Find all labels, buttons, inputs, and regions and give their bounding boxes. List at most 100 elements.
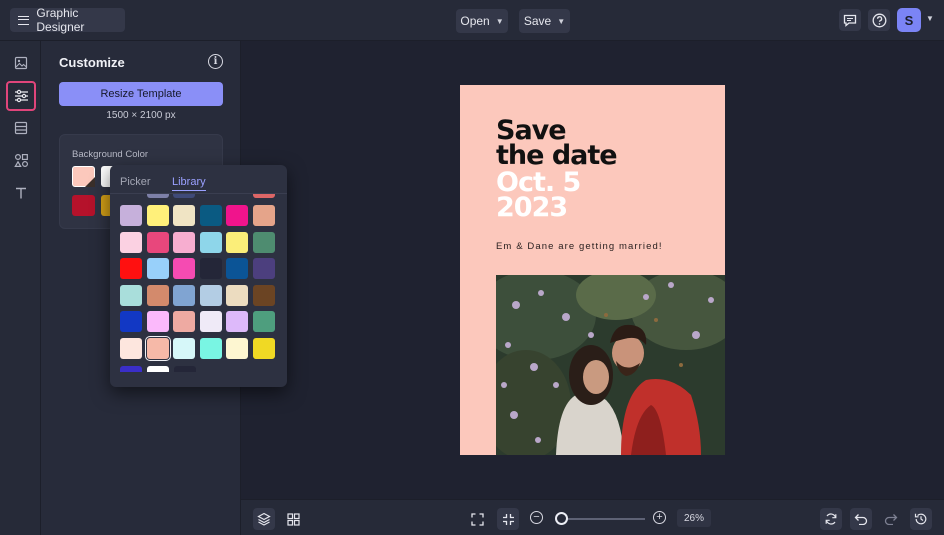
color-swatch[interactable]: [226, 205, 249, 226]
subtitle-text[interactable]: Em & Dane are getting married!: [496, 241, 663, 252]
user-avatar[interactable]: S: [897, 8, 921, 32]
undo-icon: [854, 514, 868, 525]
color-swatch[interactable]: [226, 284, 249, 306]
color-swatch[interactable]: [199, 311, 222, 332]
plus-icon: +: [656, 511, 663, 523]
color-swatch[interactable]: [146, 205, 169, 226]
top-bar: Graphic Designer Open ▼ Save ▼ S ▼: [0, 0, 944, 41]
grid-view-button[interactable]: [282, 508, 304, 530]
color-swatch[interactable]: [146, 231, 169, 253]
color-swatch[interactable]: [146, 284, 169, 306]
redo-icon: [884, 514, 898, 525]
color-swatch[interactable]: [173, 231, 196, 253]
zoom-out-button[interactable]: −: [530, 511, 543, 524]
refresh-icon: [825, 513, 837, 525]
color-swatch[interactable]: [120, 284, 142, 306]
rail-images-button[interactable]: [8, 50, 34, 76]
layout-icon: [14, 121, 28, 135]
bg-swatch-red[interactable]: [72, 195, 95, 216]
swatch-peek: [147, 194, 169, 198]
undo-button[interactable]: [850, 508, 872, 530]
couple-photo[interactable]: [496, 275, 725, 455]
color-swatch[interactable]: [173, 337, 196, 359]
template-dimensions: 1500 × 2100 px: [106, 110, 176, 121]
sliders-icon: [14, 89, 28, 103]
text-icon: [16, 187, 26, 199]
tab-library[interactable]: Library: [172, 176, 206, 191]
resize-template-button[interactable]: Resize Template: [59, 82, 223, 106]
zoom-slider-track[interactable]: [557, 518, 645, 520]
help-icon: [872, 13, 886, 27]
help-button[interactable]: [868, 9, 890, 31]
comment-icon: [843, 14, 857, 27]
rail-customize-button[interactable]: [6, 81, 36, 111]
color-swatch[interactable]: [252, 311, 275, 332]
color-swatch[interactable]: [226, 231, 249, 253]
layers-button[interactable]: [253, 508, 275, 530]
color-swatch[interactable]: [120, 258, 142, 279]
save-menu-button[interactable]: Save ▼: [519, 9, 570, 33]
image-icon: [14, 56, 28, 70]
artboard[interactable]: Save the date Oct. 5 2023 Em & Dane are …: [460, 85, 725, 455]
color-swatch[interactable]: [146, 311, 169, 332]
fit-screen-button[interactable]: [466, 508, 488, 530]
hamburger-menu-icon: [18, 15, 30, 25]
zoom-slider-knob[interactable]: [555, 512, 569, 525]
bg-swatch-current[interactable]: [72, 166, 95, 187]
refresh-button[interactable]: [820, 508, 842, 530]
background-color-label: Background Color: [72, 149, 149, 160]
color-swatch[interactable]: [146, 258, 169, 279]
color-swatch[interactable]: [226, 311, 249, 332]
color-swatch[interactable]: [252, 337, 275, 359]
comments-button[interactable]: [839, 9, 861, 31]
color-swatch[interactable]: [226, 258, 249, 279]
color-swatch[interactable]: [173, 258, 196, 279]
redo-button[interactable]: [880, 508, 902, 530]
color-swatch[interactable]: [199, 284, 222, 306]
grid-icon: [286, 512, 300, 526]
app-title: Graphic Designer: [36, 6, 85, 34]
color-palette-grid: [120, 205, 275, 361]
zoom-value[interactable]: 26%: [677, 509, 711, 527]
headline[interactable]: Save the date: [496, 117, 618, 171]
color-swatch[interactable]: [199, 231, 222, 253]
zoom-in-button[interactable]: +: [653, 511, 666, 524]
color-swatch[interactable]: [252, 231, 275, 253]
color-swatch[interactable]: [226, 337, 249, 359]
color-swatch[interactable]: [120, 205, 142, 226]
color-swatch[interactable]: [120, 311, 142, 332]
minus-icon: −: [533, 511, 540, 523]
color-swatch[interactable]: [144, 335, 171, 361]
color-swatch[interactable]: [199, 258, 222, 279]
save-label: Save: [523, 14, 552, 28]
color-swatch[interactable]: [199, 337, 222, 359]
rail-layouts-button[interactable]: [8, 115, 34, 141]
headline-line-2: the date: [496, 140, 618, 171]
open-menu-button[interactable]: Open ▼: [456, 9, 508, 33]
tool-rail: [0, 41, 41, 535]
color-swatch[interactable]: [173, 205, 196, 226]
history-button[interactable]: [910, 508, 932, 530]
color-library-popover: Picker Library: [110, 165, 287, 387]
panel-title: Customize: [59, 55, 125, 70]
swatch-peek: [147, 366, 169, 372]
rail-graphics-button[interactable]: [8, 147, 34, 173]
color-swatch[interactable]: [252, 258, 275, 279]
color-swatch[interactable]: [173, 284, 196, 306]
actual-size-button[interactable]: [497, 508, 519, 530]
color-swatch[interactable]: [252, 284, 275, 306]
expand-icon: [470, 512, 484, 526]
color-swatch[interactable]: [252, 205, 275, 226]
info-icon[interactable]: i: [208, 54, 223, 69]
chevron-down-icon[interactable]: ▼: [926, 14, 934, 23]
color-swatch[interactable]: [173, 311, 196, 332]
tab-picker[interactable]: Picker: [120, 176, 151, 188]
color-swatch[interactable]: [120, 231, 142, 253]
date-text[interactable]: Oct. 5 2023: [496, 169, 581, 221]
color-swatch[interactable]: [199, 205, 222, 226]
chevron-down-icon: ▼: [557, 16, 566, 26]
color-swatch[interactable]: [120, 337, 142, 359]
swatch-peek: [174, 366, 196, 372]
app-menu-button[interactable]: Graphic Designer: [10, 6, 125, 34]
rail-text-button[interactable]: [8, 180, 34, 206]
